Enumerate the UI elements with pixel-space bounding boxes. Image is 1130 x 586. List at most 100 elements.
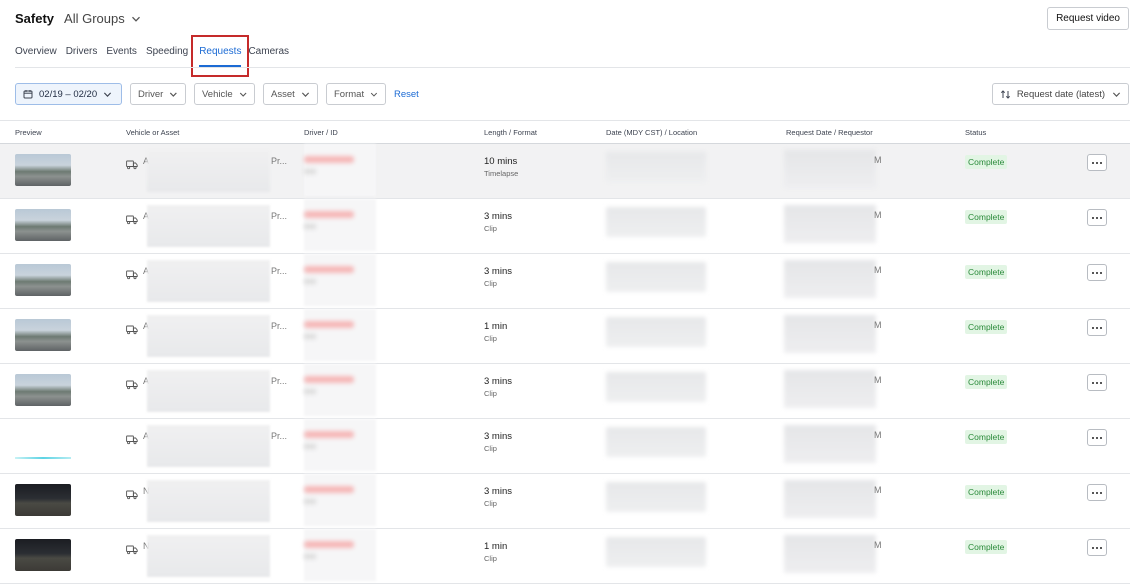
page-title: Safety [15,11,55,26]
truck-icon [126,377,138,395]
column-header-status[interactable]: Status [965,128,986,137]
table-row[interactable]: A Pr... 10 mins Timelapse M Complete [0,144,1130,199]
redacted-vehicle [147,480,270,522]
sort-icon [1000,89,1010,99]
video-thumbnail[interactable] [15,539,71,571]
request-time-suffix: M [874,155,882,165]
video-thumbnail[interactable] [15,429,71,461]
more-options-button[interactable] [1087,429,1107,446]
column-header-length[interactable]: Length / Format [484,128,537,137]
asset-filter[interactable]: Asset [263,83,318,105]
chevron-down-icon [370,92,378,97]
tab-cameras[interactable]: Cameras [248,46,295,68]
table-body: A Pr... 10 mins Timelapse M Complete A Pr... 3 m… [0,144,1130,584]
group-selector-label: All Groups [64,11,125,26]
tab-requests[interactable]: Requests [199,46,246,68]
more-horizontal-icon [1091,491,1103,494]
truck-icon [126,487,138,505]
divider [15,67,1130,68]
redacted-request-date [784,315,876,353]
table-row[interactable]: A Pr... 1 min Clip M Complete [0,309,1130,364]
redacted-date-location [606,427,706,457]
video-thumbnail[interactable] [15,484,71,516]
column-header-date[interactable]: Date (MDY CST) / Location [606,128,697,137]
vehicle-suffix: Pr... [271,211,288,221]
truck-icon [126,157,138,175]
column-header-preview[interactable]: Preview [15,128,42,137]
more-options-button[interactable] [1087,484,1107,501]
format-filter[interactable]: Format [326,83,386,105]
format-filter-label: Format [334,88,365,100]
redacted-date-location [606,207,706,237]
request-time-suffix: M [874,210,882,220]
vehicle-suffix: Pr... [271,156,288,166]
tab-events[interactable]: Events [106,46,143,68]
truck-icon [126,267,138,285]
vehicle-filter-label: Vehicle [202,88,233,100]
truck-icon [126,212,138,230]
video-length: 3 mins [484,376,512,387]
page-header: Safety All Groups [15,11,141,26]
more-options-button[interactable] [1087,374,1107,391]
chevron-down-icon [1112,91,1121,97]
request-time-suffix: M [874,540,882,550]
reset-filters-link[interactable]: Reset [394,89,419,100]
more-options-button[interactable] [1087,154,1107,171]
video-thumbnail[interactable] [15,374,71,406]
chevron-down-icon [104,91,112,97]
column-header-driver[interactable]: Driver / ID [304,128,338,137]
vehicle-filter[interactable]: Vehicle [194,83,255,105]
video-format: Timelapse [484,169,519,178]
request-time-suffix: M [874,320,882,330]
video-format: Clip [484,224,497,233]
table-row[interactable]: A Pr... 3 mins Clip M Complete [0,364,1130,419]
table-row[interactable]: N1 minClipMComplete [0,529,1130,584]
asset-filter-label: Asset [271,88,295,100]
redacted-request-date [784,425,876,463]
date-range-filter[interactable]: 02/19 – 02/20 [15,83,122,105]
tab-label: Speeding [145,46,189,57]
group-selector[interactable]: All Groups [64,11,141,26]
video-thumbnail[interactable] [15,209,71,241]
status-badge: Complete [965,540,1008,554]
driver-filter[interactable]: Driver [130,83,186,105]
more-options-button[interactable] [1087,264,1107,281]
more-options-button[interactable] [1087,209,1107,226]
sort-dropdown[interactable]: Request date (latest) [991,83,1129,105]
redacted-driver [304,254,376,306]
more-options-button[interactable] [1087,539,1107,556]
column-header-vehicle[interactable]: Vehicle or Asset [126,128,179,137]
video-format: Clip [484,499,497,508]
tab-drivers[interactable]: Drivers [66,46,104,68]
redacted-driver [304,199,376,251]
video-thumbnail[interactable] [15,319,71,351]
request-video-button[interactable]: Request video [1047,7,1129,30]
table-header: Preview Vehicle or Asset Driver / ID Len… [0,121,1130,144]
tab-label: Cameras [248,46,290,57]
column-header-request-date[interactable]: Request Date / Requestor [786,128,873,137]
status-badge: Complete [965,375,1008,389]
tab-speeding[interactable]: Speeding [146,46,194,68]
redacted-driver [304,474,376,526]
table-row[interactable]: N3 minsClipMComplete [0,474,1130,529]
status-badge: Complete [965,320,1008,334]
vehicle-suffix: Pr... [271,431,288,441]
table-row[interactable]: A Pr... 3 mins Clip M Complete [0,254,1130,309]
video-length: 1 min [484,541,508,552]
table-row[interactable]: A Pr... 3 mins Clip M Complete [0,199,1130,254]
more-horizontal-icon [1091,381,1103,384]
video-thumbnail[interactable] [15,154,71,186]
redacted-driver [304,309,376,361]
redacted-request-date [784,480,876,518]
request-time-suffix: M [874,375,882,385]
table-row[interactable]: A Pr... 3 mins Clip M Complete [0,419,1130,474]
redacted-driver [304,144,376,196]
tab-overview[interactable]: Overview [15,46,63,68]
redacted-date-location [606,372,706,402]
driver-filter-label: Driver [138,88,164,100]
more-options-button[interactable] [1087,319,1107,336]
video-thumbnail[interactable] [15,264,71,296]
tab-label: Events [106,46,137,57]
vehicle-suffix: Pr... [271,266,288,276]
redacted-date-location [606,152,706,182]
